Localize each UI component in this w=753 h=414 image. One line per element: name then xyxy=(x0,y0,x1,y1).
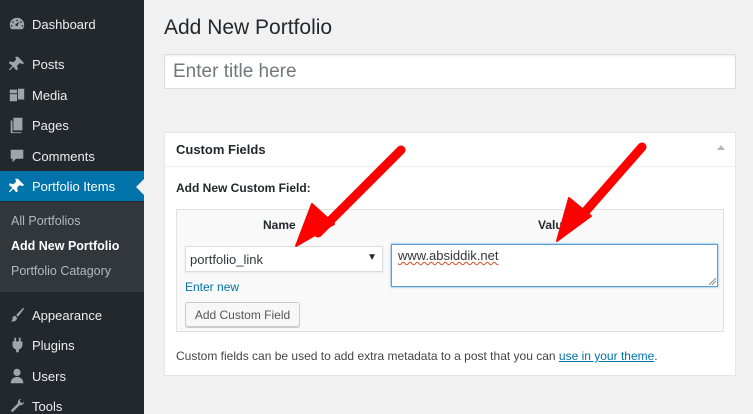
sidebar-item-label: Comments xyxy=(32,148,95,164)
resize-handle-icon[interactable] xyxy=(708,277,716,285)
collapse-toggle-icon[interactable] xyxy=(717,145,725,150)
column-header-name: Name xyxy=(263,218,296,232)
custom-fields-box: Custom Fields Add New Custom Field: Name… xyxy=(164,132,736,376)
pin-icon xyxy=(7,176,27,196)
use-in-your-theme-link[interactable]: use in your theme xyxy=(559,349,654,363)
comments-icon xyxy=(7,146,27,166)
sidebar-item-label: Dashboard xyxy=(32,16,96,32)
sidebar-item-plugins[interactable]: Plugins xyxy=(0,330,144,360)
selected-key: portfolio_link xyxy=(190,252,263,267)
add-new-custom-field-label: Add New Custom Field: xyxy=(176,181,311,195)
submenu-item-add-new-portfolio[interactable]: Add New Portfolio xyxy=(11,239,119,253)
sidebar-item-posts[interactable]: Posts xyxy=(0,49,144,79)
dashboard-icon xyxy=(7,14,27,34)
media-icon xyxy=(7,85,27,105)
sidebar-item-comments[interactable]: Comments xyxy=(0,141,144,171)
sidebar-item-label: Appearance xyxy=(32,307,103,323)
submenu-item-portfolio-catagory[interactable]: Portfolio Catagory xyxy=(11,264,111,278)
sidebar-item-appearance[interactable]: Appearance xyxy=(0,300,144,330)
dropdown-arrow-icon: ▼ xyxy=(367,252,377,263)
portfolio-submenu: All Portfolios Add New Portfolio Portfol… xyxy=(0,202,144,292)
page-title: Add New Portfolio xyxy=(164,16,333,39)
custom-field-key-select[interactable]: portfolio_link ▼ xyxy=(185,246,383,272)
custom-field-table: Name Value portfolio_link ▼ Enter new Ad… xyxy=(176,209,724,332)
sidebar-item-label: Users xyxy=(32,368,66,384)
post-title-input[interactable] xyxy=(164,54,736,89)
sidebar-item-label: Media xyxy=(32,87,68,103)
sidebar-item-label: Posts xyxy=(32,56,65,72)
custom-fields-help-text: Custom fields can be used to add extra m… xyxy=(176,349,658,363)
pin-icon xyxy=(7,54,27,74)
sidebar-item-label: Portfolio Items xyxy=(32,178,116,194)
column-header-value: Value xyxy=(538,218,570,232)
sidebar-item-dashboard[interactable]: Dashboard xyxy=(0,9,144,39)
sidebar-item-portfolio-items[interactable]: Portfolio Items xyxy=(0,171,144,201)
plugin-icon xyxy=(7,335,27,355)
sidebar-item-label: Pages xyxy=(32,117,69,133)
sidebar-item-label: Tools xyxy=(32,398,63,414)
sidebar-item-tools[interactable]: Tools xyxy=(0,391,144,414)
custom-fields-title: Custom Fields xyxy=(176,142,266,157)
pages-icon xyxy=(7,115,27,135)
submenu-item-all-portfolios[interactable]: All Portfolios xyxy=(11,214,80,228)
add-custom-field-button[interactable]: Add Custom Field xyxy=(185,302,300,327)
users-icon xyxy=(7,366,27,386)
sidebar-item-media[interactable]: Media xyxy=(0,80,144,110)
admin-sidebar: Dashboard Posts Media Pages Comments Por… xyxy=(0,0,144,414)
tools-icon xyxy=(7,396,27,414)
custom-fields-header[interactable]: Custom Fields xyxy=(165,133,735,167)
sidebar-item-pages[interactable]: Pages xyxy=(0,110,144,140)
enter-new-link[interactable]: Enter new xyxy=(185,280,239,294)
sidebar-item-users[interactable]: Users xyxy=(0,361,144,391)
custom-field-value: www.absiddik.net xyxy=(398,248,499,263)
custom-field-value-textarea[interactable]: www.absiddik.net xyxy=(391,244,718,287)
paintbrush-icon xyxy=(7,305,27,325)
sidebar-item-label: Plugins xyxy=(32,337,75,353)
